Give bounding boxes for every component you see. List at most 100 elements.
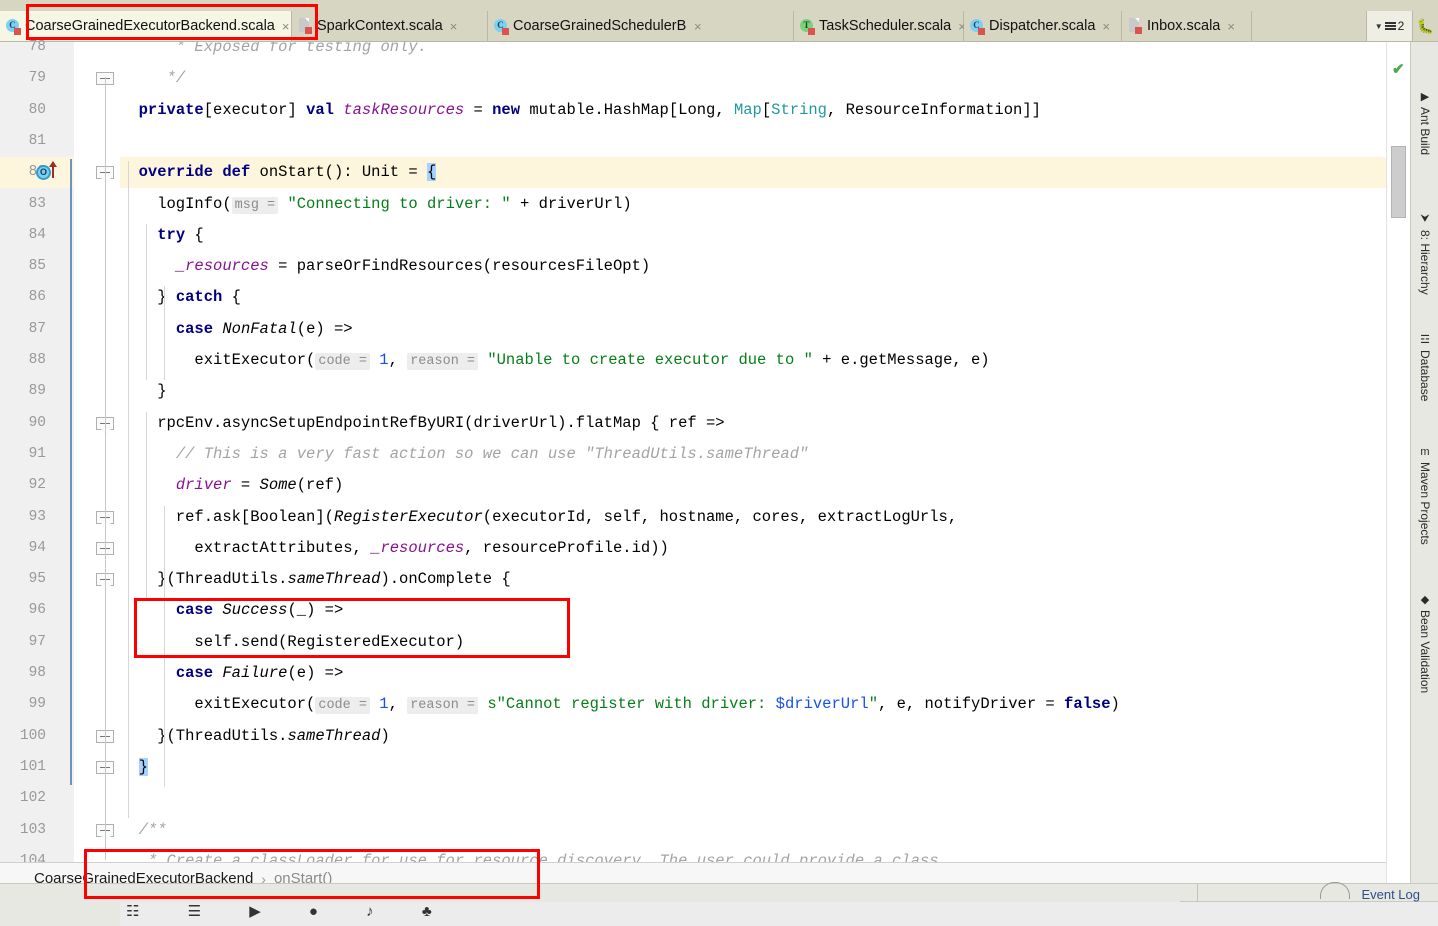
line-number-96: 96 bbox=[28, 602, 46, 619]
inspection-ok-icon[interactable]: ✔ bbox=[1392, 60, 1405, 78]
tool-window-label: Bean Validation bbox=[1418, 610, 1432, 694]
editor-tab-bar[interactable]: C CoarseGrainedExecutorBackend.scala × Spar… bbox=[0, 0, 1438, 42]
code-line-98[interactable]: case Failure(e) => bbox=[120, 658, 1386, 689]
code-line-96[interactable]: case Success(_) => bbox=[120, 595, 1386, 626]
code-line-100[interactable]: }(ThreadUtils.sameThread) bbox=[120, 721, 1386, 752]
line-number-103: 103 bbox=[19, 821, 46, 838]
indent-guide bbox=[146, 411, 147, 600]
code-line-79[interactable]: */ bbox=[120, 63, 1386, 94]
code-line-82[interactable]: override def onStart(): Unit = { bbox=[120, 157, 1386, 188]
editor-tab-label: Dispatcher.scala bbox=[989, 18, 1096, 34]
bug-icon[interactable]: 🐛 bbox=[1417, 18, 1434, 35]
indent-guide bbox=[164, 599, 165, 694]
code-line-84[interactable]: try { bbox=[120, 220, 1386, 251]
indent-guide bbox=[164, 505, 165, 600]
editor-tab-4[interactable]: C Dispatcher.scala × bbox=[964, 11, 1122, 41]
scala-file-icon bbox=[298, 18, 312, 34]
code-line-87[interactable]: case NonFatal(e) => bbox=[120, 314, 1386, 345]
line-number-99: 99 bbox=[28, 696, 46, 713]
indent-guide bbox=[128, 161, 129, 819]
line-number-89: 89 bbox=[28, 383, 46, 400]
close-icon[interactable]: × bbox=[282, 19, 290, 34]
tool-window-button-bean-validation[interactable]: ◆ Bean Validation bbox=[1411, 587, 1438, 712]
line-number-101: 101 bbox=[19, 758, 46, 775]
code-line-93[interactable]: ref.ask[Boolean](RegisterExecutor(execut… bbox=[120, 502, 1386, 533]
line-number-81: 81 bbox=[28, 132, 46, 149]
tool-window-label: 8: Hierarchy bbox=[1418, 230, 1432, 295]
ant-icon: ▶ bbox=[1420, 91, 1430, 103]
scala-class-icon: C bbox=[970, 18, 985, 35]
code-line-85[interactable]: _resources = parseOrFindResources(resour… bbox=[120, 251, 1386, 282]
tool-window-button-hierarchy[interactable]: ⮟ 8: Hierarchy bbox=[1411, 207, 1438, 317]
line-number-94: 94 bbox=[28, 539, 46, 556]
tool-window-label: Database bbox=[1418, 350, 1432, 402]
tool-window-button-database[interactable]: ☲ Database bbox=[1411, 327, 1438, 415]
indent-guide bbox=[164, 693, 165, 788]
code-editor[interactable]: * Exposed for testing only. */ private[e… bbox=[120, 42, 1386, 862]
status-bar[interactable]: Event Log ☷ ☰ ▶ ● ♪ ♣ bbox=[0, 882, 1438, 926]
fold-region-line bbox=[105, 828, 106, 860]
code-line-86[interactable]: } catch { bbox=[120, 282, 1386, 313]
line-number-87: 87 bbox=[28, 320, 46, 337]
hierarchy-icon: ⮟ bbox=[1420, 213, 1430, 225]
line-number-84: 84 bbox=[28, 226, 46, 243]
editor-tab-1[interactable]: SparkContext.scala × bbox=[292, 11, 488, 41]
code-line-81[interactable] bbox=[120, 126, 1386, 157]
close-icon[interactable]: × bbox=[1227, 19, 1235, 34]
line-number-gutter[interactable]: 7879808182838485868788899091929394959697… bbox=[0, 39, 120, 869]
bug-strip[interactable]: 🐛 bbox=[1412, 11, 1438, 41]
line-number-93: 93 bbox=[28, 508, 46, 525]
scala-trait-icon: T bbox=[800, 18, 815, 35]
code-line-101[interactable]: } bbox=[120, 752, 1386, 783]
code-line-89[interactable]: } bbox=[120, 376, 1386, 407]
code-line-94[interactable]: extractAttributes, _resources, resourceP… bbox=[120, 533, 1386, 564]
code-line-104[interactable]: * Create a classLoader for use for resou… bbox=[120, 846, 1386, 862]
code-line-103[interactable]: /** bbox=[120, 815, 1386, 846]
editor-tab-label: CoarseGrainedSchedulerBackend.scala bbox=[513, 18, 687, 34]
os-taskbar: ☷ ☰ ▶ ● ♪ ♣ bbox=[120, 902, 1438, 926]
close-icon[interactable]: × bbox=[694, 19, 702, 34]
line-number-83: 83 bbox=[28, 195, 46, 212]
vcs-change-marker[interactable] bbox=[70, 159, 72, 786]
line-number-88: 88 bbox=[28, 352, 46, 368]
editor-tabs: C CoarseGrainedExecutorBackend.scala × Spar… bbox=[0, 11, 1366, 41]
scala-file-icon bbox=[1128, 18, 1142, 34]
fold-gutter[interactable] bbox=[74, 42, 120, 862]
line-number-79: 79 bbox=[28, 70, 46, 87]
maven-icon: m bbox=[1420, 446, 1430, 458]
editor-marker-bar[interactable]: ✔ bbox=[1386, 42, 1411, 925]
editor-scrollbar-thumb[interactable] bbox=[1391, 146, 1406, 218]
close-icon[interactable]: × bbox=[450, 19, 458, 34]
code-line-88[interactable]: exitExecutor(code = 1, reason = "Unable … bbox=[120, 345, 1386, 376]
code-line-102[interactable] bbox=[120, 783, 1386, 814]
editor-area: 7879808182838485868788899091929394959697… bbox=[0, 39, 1438, 925]
code-line-95[interactable]: }(ThreadUtils.sameThread).onComplete { bbox=[120, 564, 1386, 595]
tool-window-button-ant-build[interactable]: ▶ Ant Build bbox=[1411, 84, 1438, 162]
code-line-80[interactable]: private[executor] val taskResources = ne… bbox=[120, 95, 1386, 126]
code-line-97[interactable]: self.send(RegisteredExecutor) bbox=[120, 627, 1386, 658]
close-icon[interactable]: × bbox=[1102, 19, 1110, 34]
line-number-92: 92 bbox=[28, 477, 46, 494]
editor-tab-label: Inbox.scala bbox=[1147, 18, 1221, 34]
editor-tab-label: SparkContext.scala bbox=[317, 18, 443, 34]
code-line-83[interactable]: logInfo(msg = "Connecting to driver: " +… bbox=[120, 189, 1386, 220]
code-line-92[interactable]: driver = Some(ref) bbox=[120, 470, 1386, 501]
line-number-85: 85 bbox=[28, 258, 46, 275]
fold-region-line bbox=[105, 515, 106, 579]
code-line-91[interactable]: // This is a very fast action so we can … bbox=[120, 439, 1386, 470]
line-number-86: 86 bbox=[28, 289, 46, 306]
override-method-icon[interactable]: O bbox=[36, 157, 66, 188]
editor-tab-5[interactable]: Inbox.scala × bbox=[1122, 11, 1252, 41]
right-tool-window-strip[interactable]: ▶ Ant Build ⮟ 8: Hierarchy ☲ Database m Maven P… bbox=[1410, 42, 1438, 925]
editor-tab-2[interactable]: CCoarseGrainedSchedulerBackend.scala × bbox=[488, 11, 794, 41]
editor-tab-3[interactable]: T TaskScheduler.scala × bbox=[794, 11, 966, 41]
line-number-90: 90 bbox=[28, 414, 46, 431]
tab-list-dropdown[interactable]: ▼ 2 bbox=[1366, 11, 1412, 41]
code-line-99[interactable]: exitExecutor(code = 1, reason = s"Cannot… bbox=[120, 689, 1386, 720]
code-line-78[interactable]: * Exposed for testing only. bbox=[120, 42, 1386, 63]
tool-window-button-maven-projects[interactable]: m Maven Projects bbox=[1411, 440, 1438, 568]
event-log-label[interactable]: Event Log bbox=[1361, 887, 1420, 902]
code-line-90[interactable]: rpcEnv.asyncSetupEndpointRefByURI(driver… bbox=[120, 408, 1386, 439]
chevron-down-icon: ▼ bbox=[1374, 21, 1383, 31]
line-number-102: 102 bbox=[19, 790, 46, 807]
